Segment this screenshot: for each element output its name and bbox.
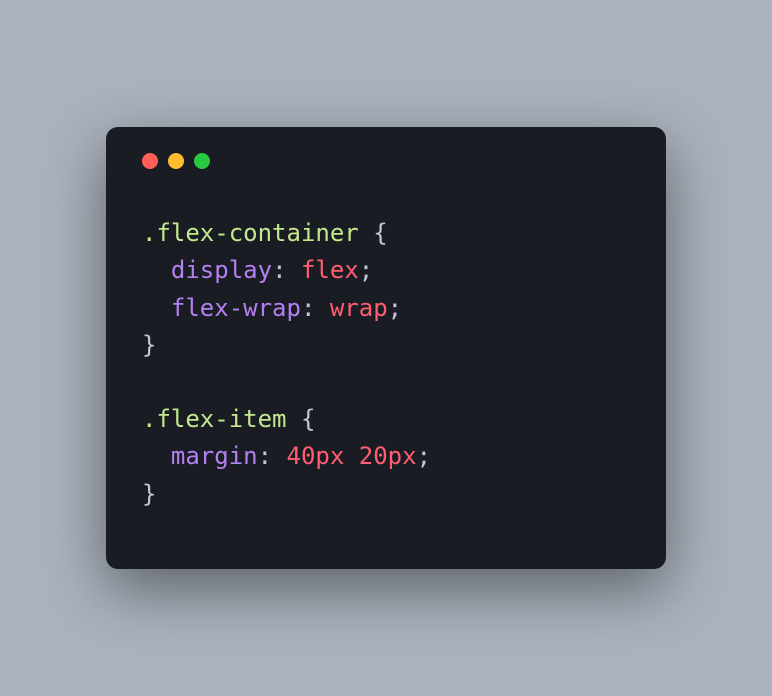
css-property: display (171, 256, 272, 284)
code-block: .flex-container { display: flex; flex-wr… (142, 215, 630, 513)
css-value: wrap (330, 294, 388, 322)
css-value: 40px 20px (287, 442, 417, 470)
css-selector: .flex-item (142, 405, 287, 433)
indent (142, 256, 171, 284)
zoom-icon[interactable] (194, 153, 210, 169)
colon: : (272, 256, 301, 284)
semicolon: ; (417, 442, 431, 470)
css-property: margin (171, 442, 258, 470)
colon: : (301, 294, 330, 322)
indent (142, 294, 171, 322)
brace-open: { (287, 405, 316, 433)
css-property: flex-wrap (171, 294, 301, 322)
code-window: .flex-container { display: flex; flex-wr… (106, 127, 666, 569)
colon: : (258, 442, 287, 470)
brace-close: } (142, 480, 156, 508)
indent (142, 442, 171, 470)
semicolon: ; (359, 256, 373, 284)
semicolon: ; (388, 294, 402, 322)
brace-close: } (142, 331, 156, 359)
css-selector: .flex-container (142, 219, 359, 247)
brace-open: { (359, 219, 388, 247)
minimize-icon[interactable] (168, 153, 184, 169)
window-titlebar (142, 153, 630, 169)
close-icon[interactable] (142, 153, 158, 169)
css-value: flex (301, 256, 359, 284)
